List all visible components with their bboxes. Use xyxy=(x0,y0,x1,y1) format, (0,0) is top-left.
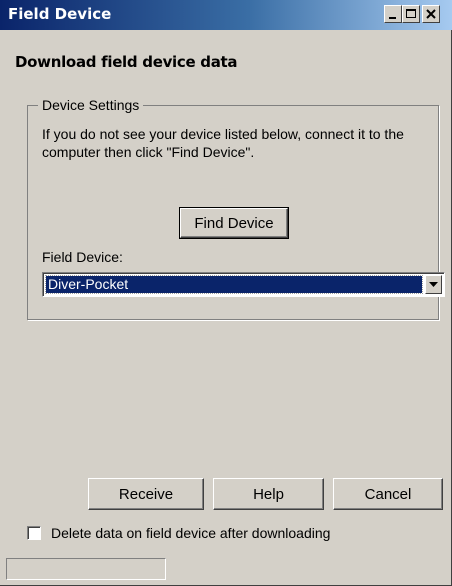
close-button[interactable] xyxy=(422,5,440,23)
status-bar-panel xyxy=(6,558,166,580)
receive-button[interactable]: Receive xyxy=(88,478,204,510)
find-device-button[interactable]: Find Device xyxy=(179,207,289,239)
field-device-dropdown-button[interactable] xyxy=(425,275,442,294)
field-device-select[interactable]: Diver-Pocket xyxy=(42,272,445,297)
field-device-label: Field Device: xyxy=(42,249,123,265)
minimize-icon xyxy=(389,17,396,19)
field-device-selected-value: Diver-Pocket xyxy=(45,275,423,294)
chevron-down-icon xyxy=(429,282,438,287)
help-button[interactable]: Help xyxy=(213,478,324,510)
close-icon xyxy=(426,9,436,19)
window-title: Field Device xyxy=(8,5,112,23)
maximize-button[interactable] xyxy=(402,5,420,23)
cancel-button[interactable]: Cancel xyxy=(333,478,443,510)
device-settings-description: If you do not see your device listed bel… xyxy=(42,126,404,160)
minimize-button[interactable] xyxy=(384,5,402,23)
title-bar[interactable]: Field Device xyxy=(0,0,452,30)
field-device-window: Field Device Download field device data … xyxy=(0,0,452,586)
dialog-header: Download field device data xyxy=(15,53,238,71)
delete-after-download-checkbox[interactable] xyxy=(27,526,41,540)
delete-after-download-label: Delete data on field device after downlo… xyxy=(51,525,331,541)
device-settings-group-label: Device Settings xyxy=(38,97,144,113)
maximize-icon xyxy=(406,9,416,18)
delete-after-download-option[interactable]: Delete data on field device after downlo… xyxy=(27,525,330,541)
